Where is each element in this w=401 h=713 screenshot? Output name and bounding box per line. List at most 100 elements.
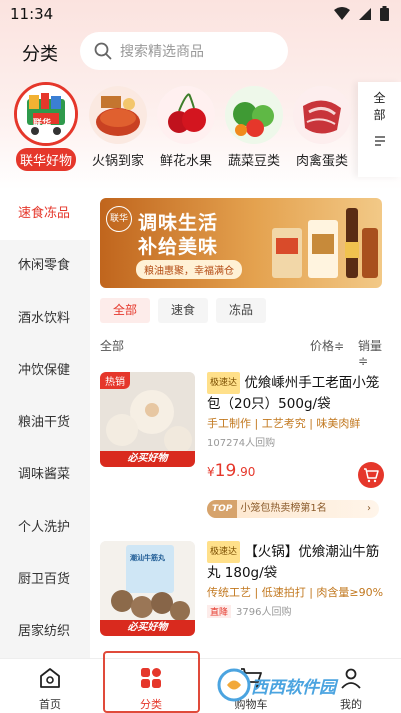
category-label: 火锅到家 (91, 154, 144, 169)
category-lianhua[interactable]: 联华 联华好物 (12, 82, 80, 171)
banner-products-illustration (272, 208, 378, 278)
all-categories-label: 全部 (373, 91, 386, 122)
sidebar-item-grain-oil[interactable]: 粮油干货 (0, 397, 90, 449)
category-label: 蔬菜豆类 (227, 154, 280, 169)
sort-bar: 全部 价格≑ 销量≑ (100, 335, 392, 368)
product-name: 极速达 【火锅】优飨潮汕牛筋丸 180g/袋 (207, 541, 392, 583)
filter-all[interactable]: 全部 (100, 298, 151, 323)
sidebar-item-snacks[interactable]: 休闲零食 (0, 240, 90, 292)
sort-sales[interactable]: 销量≑ (358, 337, 392, 368)
banner-brand-logo: 联华 (106, 206, 132, 232)
status-bar: 11:34 (0, 0, 401, 28)
meat-illustration (293, 86, 351, 144)
sidebar-item-label: 厨卫百货 (18, 572, 71, 588)
category-hotpot[interactable]: 火锅到家 (84, 82, 152, 169)
all-categories-button[interactable]: 全部 (358, 82, 401, 177)
category-label: 鲜花水果 (159, 154, 212, 169)
category-carousel: 联华 联华好物 火锅到家 鲜花水果 蔬菜豆类 肉禽蛋类 (0, 82, 358, 177)
category-image: 联华 (14, 82, 78, 146)
price-drop-tag: 直降 (207, 605, 232, 618)
must-buy-tag: 必买好物 (100, 620, 195, 636)
product-image: 潮汕牛筋丸 必买好物 (100, 541, 195, 636)
list-icon (374, 136, 385, 146)
promo-banner[interactable]: 联华 调味生活 补给美味 粮油惠聚，幸福满仓 (100, 198, 382, 288)
sidebar-item-personal-care[interactable]: 个人洗护 (0, 502, 90, 554)
chevron-right-icon: › (367, 503, 371, 514)
product-image: 热销 必买好物 (100, 372, 195, 467)
site-watermark: 西西软件园 (217, 662, 397, 708)
signal-icon (359, 7, 371, 20)
sidebar-item-frozen-food[interactable]: 速食冻品 (0, 188, 90, 241)
sidebar-item-label: 冲饮保健 (18, 362, 71, 378)
search-input[interactable]: 搜索精选商品 (80, 32, 288, 70)
category-flowers-fruit[interactable]: 鲜花水果 (152, 82, 220, 169)
category-badge: 联华 (33, 119, 52, 129)
category-meat-eggs[interactable]: 肉禽蛋类 (288, 82, 356, 169)
sidebar-item-label: 速食冻品 (18, 206, 71, 221)
currency-symbol: ¥ (207, 465, 215, 479)
category-image (89, 86, 147, 144)
category-vegetables[interactable]: 蔬菜豆类 (220, 82, 288, 169)
sidebar-item-label: 粮油干货 (18, 415, 71, 431)
product-card[interactable]: 热销 必买好物 极速达 优飨嵊州手工老面小笼包（20只）500g/袋 手工制作 … (100, 372, 392, 522)
ranking-banner[interactable]: TOP 小笼包热卖榜第1名 › (207, 500, 379, 518)
filter-instant[interactable]: 速食 (158, 298, 209, 323)
wifi-icon (334, 6, 350, 20)
banner-headline-2: 补给美味 (138, 236, 219, 258)
banner-headline-1: 调味生活 (138, 212, 219, 234)
banner-tagline: 粮油惠聚，幸福满仓 (136, 260, 242, 279)
hotpot-illustration (89, 86, 147, 144)
express-tag: 极速达 (207, 541, 241, 563)
sidebar-item-label: 居家纺织 (18, 624, 71, 640)
tab-label: 首页 (39, 698, 61, 711)
sidebar-item-home-textiles[interactable]: 居家纺织 (0, 606, 90, 658)
search-icon (94, 42, 112, 60)
package-label: 潮汕牛筋丸 (130, 554, 165, 562)
active-tab-highlight (103, 651, 200, 713)
sort-all[interactable]: 全部 (100, 337, 124, 354)
sort-price[interactable]: 价格≑ (310, 337, 344, 354)
top-badge: TOP (207, 500, 238, 518)
sidebar-item-drinks[interactable]: 酒水饮料 (0, 293, 90, 345)
price-integer: 19 (214, 461, 237, 481)
page-title: 分类 (22, 44, 58, 65)
category-image (293, 86, 351, 144)
product-features: 传统工艺 | 低速拍打 | 肉含量≥90% (207, 586, 384, 599)
home-icon (40, 668, 60, 688)
product-info: 极速达 【火锅】优飨潮汕牛筋丸 180g/袋 传统工艺 | 低速拍打 | 肉含量… (207, 541, 392, 618)
cart-icon (364, 468, 379, 483)
repurchase-count: 107274人回购 (207, 438, 276, 449)
shopping-cart-illustration (17, 85, 75, 143)
battery-icon (380, 6, 389, 21)
product-name: 极速达 优飨嵊州手工老面小笼包（20只）500g/袋 (207, 372, 392, 414)
filter-chips: 全部 速食 冻品 (100, 298, 267, 323)
sidebar-item-health-drinks[interactable]: 冲饮保健 (0, 345, 90, 397)
search-placeholder: 搜索精选商品 (120, 44, 204, 60)
add-to-cart-button[interactable] (358, 462, 384, 488)
vegetables-illustration (225, 86, 283, 144)
sidebar-item-label: 个人洗护 (18, 519, 71, 535)
hot-sale-tag: 热销 (100, 372, 130, 389)
category-label: 肉禽蛋类 (295, 154, 348, 169)
sidebar-item-label: 调味酱菜 (18, 467, 71, 483)
tab-home[interactable]: 首页 (2, 659, 98, 713)
status-time: 11:34 (10, 5, 54, 23)
cherry-illustration (157, 86, 215, 144)
filter-frozen[interactable]: 冻品 (216, 298, 267, 323)
category-label: 联华好物 (15, 148, 76, 171)
product-features: 手工制作 | 工艺考究 | 味美肉鲜 (207, 417, 361, 430)
sidebar-item-label: 酒水饮料 (18, 310, 71, 326)
category-sidebar: 速食冻品 休闲零食 酒水饮料 冲饮保健 粮油干货 调味酱菜 个人洗护 厨卫百货 … (0, 188, 90, 658)
watermark-text: 西西软件园 (251, 677, 336, 698)
sidebar-item-condiments[interactable]: 调味酱菜 (0, 449, 90, 501)
product-card[interactable]: 潮汕牛筋丸 必买好物 极速达 【火锅】优飨潮汕牛筋丸 180g/袋 传统工艺 |… (100, 541, 392, 651)
category-image (157, 86, 215, 144)
repurchase-text: 3796人回购 (236, 607, 292, 618)
category-image (225, 86, 283, 144)
sidebar-item-kitchen-bath[interactable]: 厨卫百货 (0, 554, 90, 606)
watermark-logo-icon (217, 668, 251, 702)
price-decimal: .90 (236, 465, 256, 479)
page-header: 分类 搜索精选商品 (0, 32, 401, 72)
repurchase-count: 直降 3796人回购 (207, 603, 392, 618)
sidebar-item-label: 休闲零食 (18, 258, 71, 274)
